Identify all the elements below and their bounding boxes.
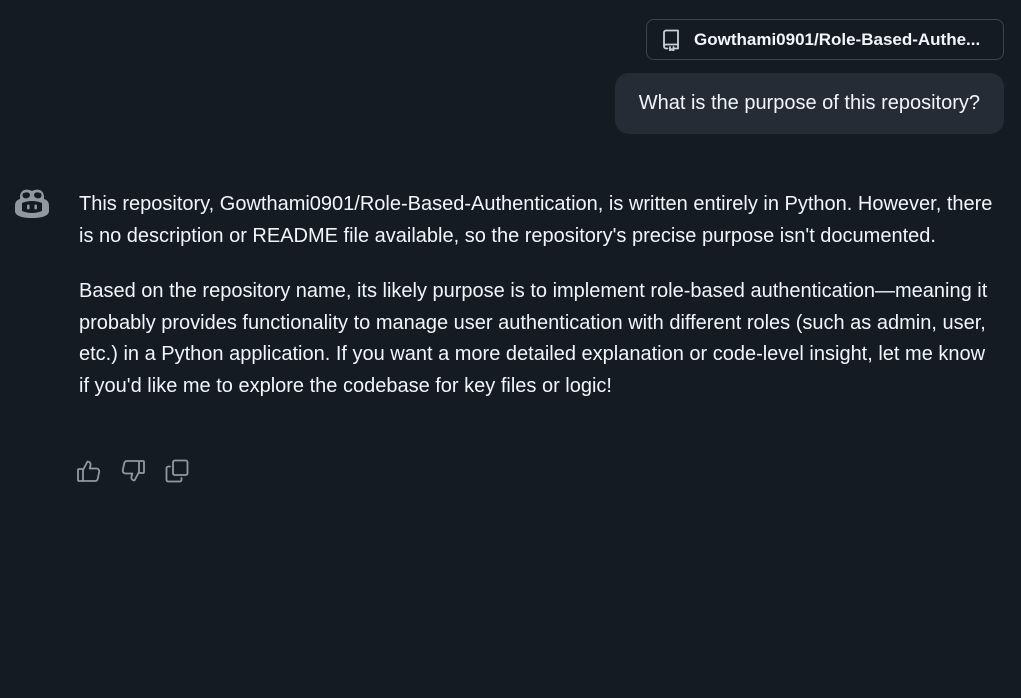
repository-name: Gowthami0901/Role-Based-Authe... [694, 29, 981, 49]
user-message-text: What is the purpose of this repository? [638, 92, 980, 114]
user-message-bubble: What is the purpose of this repository? [614, 73, 1004, 134]
copy-icon[interactable] [164, 457, 190, 485]
copilot-icon [13, 187, 51, 221]
message-actions [76, 457, 190, 485]
assistant-paragraph: Based on the repository name, its likely… [79, 280, 988, 397]
thumbs-up-icon[interactable] [76, 457, 102, 485]
assistant-message: This repository, Gowthami0901/Role-Based… [79, 189, 999, 426]
thumbs-down-icon[interactable] [120, 457, 146, 485]
repository-reference-chip[interactable]: Gowthami0901/Role-Based-Authe... [646, 19, 1004, 60]
repo-icon [661, 29, 681, 51]
assistant-paragraph: This repository, Gowthami0901/Role-Based… [79, 193, 993, 247]
chat-page: Gowthami0901/Role-Based-Authe... What is… [0, 0, 1021, 698]
